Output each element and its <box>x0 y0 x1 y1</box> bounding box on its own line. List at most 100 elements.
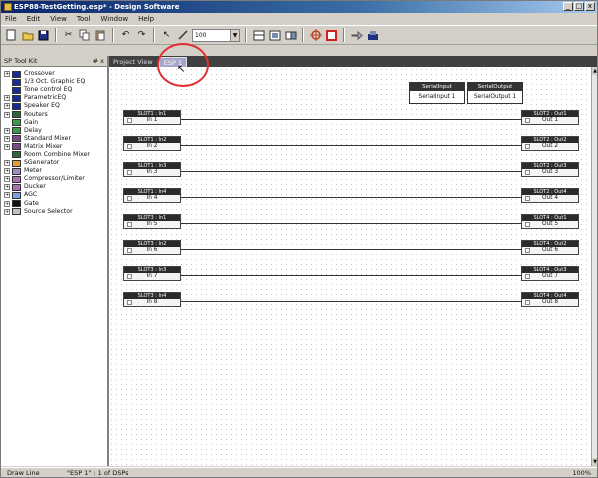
send-icon[interactable] <box>350 29 363 42</box>
tool-kit-item[interactable]: + Ducker <box>1 183 107 191</box>
input-block[interactable]: SLOT3 : In2 In 6 <box>123 240 181 255</box>
new-file-icon[interactable] <box>5 29 18 42</box>
tool-kit-item[interactable]: + SGenerator <box>1 159 107 167</box>
tool-kit-item[interactable]: 1/3 Oct. Graphic EQ <box>1 78 107 86</box>
expand-icon[interactable]: + <box>4 71 10 78</box>
signal-wire[interactable] <box>181 119 521 120</box>
serial-output[interactable]: SerialOutput SerialOutput 1 <box>467 82 523 104</box>
signal-wire[interactable] <box>181 301 521 302</box>
input-block[interactable]: SLOT3 : In3 In 7 <box>123 266 181 281</box>
save-icon[interactable] <box>37 29 50 42</box>
output-block[interactable]: SLOT4 : Out3 Out 7 <box>521 266 579 281</box>
tool-kit-item[interactable]: Tone control EQ <box>1 86 107 94</box>
signal-wire[interactable] <box>181 223 521 224</box>
expand-icon[interactable]: + <box>4 160 10 167</box>
input-block[interactable]: SLOT1 : In4 In 4 <box>123 188 181 203</box>
menu-window[interactable]: Window <box>101 15 129 23</box>
serial-io-block[interactable]: SerialInput SerialInput 1 SerialOutput S… <box>409 82 523 104</box>
design-canvas[interactable]: SerialInput SerialInput 1 SerialOutput S… <box>109 67 591 466</box>
tool-kit-item[interactable]: + Speaker EQ <box>1 102 107 110</box>
cut-icon[interactable]: ✂ <box>62 29 75 42</box>
expand-icon[interactable]: + <box>4 143 10 150</box>
output-block[interactable]: SLOT2 : Out1 Out 1 <box>521 110 579 125</box>
expand-icon[interactable]: + <box>4 127 10 134</box>
signal-wire[interactable] <box>181 275 521 276</box>
output-block[interactable]: SLOT2 : Out2 Out 2 <box>521 136 579 151</box>
window-title: ESP88-TestGetting.esp* - Design Software <box>14 3 180 11</box>
minimize-button[interactable]: _ <box>563 2 573 11</box>
output-block-body: Out 4 <box>522 195 578 202</box>
input-block[interactable]: SLOT1 : In3 In 3 <box>123 162 181 177</box>
menu-help[interactable]: Help <box>138 15 154 23</box>
output-block[interactable]: SLOT4 : Out4 Out 8 <box>521 292 579 307</box>
tool-kit-item[interactable]: + Delay <box>1 127 107 135</box>
input-block[interactable]: SLOT1 : In1 In 1 <box>123 110 181 125</box>
vertical-scrollbar[interactable]: ▲ ▼ <box>591 67 597 466</box>
expand-icon[interactable]: + <box>4 111 10 118</box>
tool-kit-item[interactable]: Room Combine Mixer <box>1 151 107 159</box>
expand-icon[interactable]: + <box>4 184 10 191</box>
zoom-select[interactable]: 100 ▼ <box>192 28 240 42</box>
output-block[interactable]: SLOT2 : Out3 Out 3 <box>521 162 579 177</box>
undo-icon[interactable]: ↶ <box>119 29 132 42</box>
copy-icon[interactable] <box>78 29 91 42</box>
wire-tool-icon[interactable] <box>176 29 189 42</box>
maximize-button[interactable]: □ <box>574 2 584 11</box>
tool-kit-item[interactable]: + ParametricEQ <box>1 94 107 102</box>
signal-wire[interactable] <box>181 249 521 250</box>
tool-kit-item[interactable]: + Matrix Mixer <box>1 143 107 151</box>
paste-icon[interactable] <box>94 29 107 42</box>
open-folder-icon[interactable] <box>21 29 34 42</box>
output-block-label: Out 3 <box>541 169 559 175</box>
input-block[interactable]: SLOT3 : In4 In 8 <box>123 292 181 307</box>
redo-icon[interactable]: ↷ <box>135 29 148 42</box>
output-block[interactable]: SLOT4 : Out1 Out 5 <box>521 214 579 229</box>
serial-input[interactable]: SerialInput SerialInput 1 <box>409 82 465 104</box>
output-block-body: Out 5 <box>522 221 578 228</box>
menu-tool[interactable]: Tool <box>77 15 91 23</box>
tool-kit-item[interactable]: Gain <box>1 119 107 127</box>
input-block[interactable]: SLOT1 : In2 In 2 <box>123 136 181 151</box>
tab-project-view[interactable]: Project View <box>109 57 157 67</box>
signal-wire[interactable] <box>181 171 521 172</box>
tool-kit-item[interactable]: + Standard Mixer <box>1 135 107 143</box>
tool-kit-item[interactable]: + Crossover <box>1 70 107 78</box>
tool-kit-item[interactable]: + AGC <box>1 191 107 199</box>
tool-kit-item[interactable]: + Routers <box>1 110 107 119</box>
grid-icon[interactable] <box>252 29 265 42</box>
menu-edit[interactable]: Edit <box>27 15 41 23</box>
signal-wire[interactable] <box>181 145 521 146</box>
component-color-icon <box>12 94 21 102</box>
expand-icon[interactable]: + <box>4 103 10 110</box>
input-block[interactable]: SLOT3 : In1 In 5 <box>123 214 181 229</box>
output-block[interactable]: SLOT4 : Out2 Out 6 <box>521 240 579 255</box>
expand-icon[interactable]: + <box>4 168 10 175</box>
output-block[interactable]: SLOT2 : Out4 Out 4 <box>521 188 579 203</box>
pointer-tool-icon[interactable]: ↖ <box>160 29 173 42</box>
scroll-down-icon[interactable]: ▼ <box>592 458 597 466</box>
scroll-up-icon[interactable]: ▲ <box>592 67 597 75</box>
tool-kit-item[interactable]: + Meter <box>1 167 107 175</box>
expand-icon[interactable]: + <box>4 208 10 215</box>
tool-kit-item[interactable]: + Source Selector <box>1 208 107 216</box>
close-button[interactable]: x <box>585 2 595 11</box>
expand-icon[interactable]: + <box>4 135 10 142</box>
pane-pin-close-button[interactable]: # x <box>93 57 104 65</box>
expand-icon[interactable]: + <box>4 192 10 199</box>
tool-kit-item[interactable]: + Compressor/Limiter <box>1 175 107 183</box>
compile-icon[interactable] <box>309 29 322 42</box>
input-block-body: In 5 <box>124 221 180 228</box>
link-icon[interactable] <box>284 29 297 42</box>
menu-file[interactable]: File <box>5 15 17 23</box>
signal-wire[interactable] <box>181 197 521 198</box>
expand-icon[interactable]: + <box>4 176 10 183</box>
download-icon[interactable] <box>366 29 379 42</box>
expand-icon[interactable]: + <box>4 95 10 102</box>
component-color-icon <box>12 111 21 119</box>
menu-view[interactable]: View <box>50 15 67 23</box>
expand-icon[interactable]: + <box>4 200 10 207</box>
block-view-icon[interactable] <box>268 29 281 42</box>
component-color-icon <box>12 143 21 151</box>
stop-icon[interactable] <box>325 29 338 42</box>
tool-kit-item[interactable]: + Gate <box>1 200 107 208</box>
